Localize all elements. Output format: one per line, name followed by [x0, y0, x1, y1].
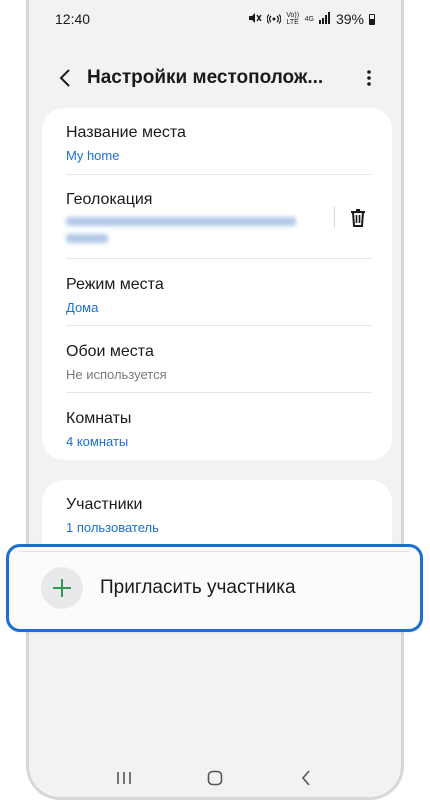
recents-icon: [117, 772, 132, 784]
place-settings-card: Название места My home Геолокация Режим …: [42, 108, 392, 460]
battery-icon: [369, 13, 375, 25]
navigation-bar: [29, 760, 401, 796]
blurred-address-line: [66, 234, 108, 243]
home-icon: [207, 770, 223, 786]
divider: [66, 258, 372, 259]
more-vertical-icon: [367, 70, 371, 86]
signal-icon: [318, 11, 331, 27]
app-header: Настройки местополож...: [29, 58, 401, 98]
invite-member-button[interactable]: Пригласить участника: [6, 544, 423, 632]
members-title: Участники: [66, 496, 143, 513]
more-options-button[interactable]: [351, 58, 387, 98]
blurred-address-line: [66, 217, 296, 226]
trash-icon: [351, 209, 365, 227]
setting-value: My home: [66, 148, 120, 163]
plus-icon: [53, 579, 71, 597]
back-button[interactable]: [43, 58, 87, 98]
setting-place-mode[interactable]: Режим места Дома: [42, 276, 392, 315]
invite-member-label: Пригласить участника: [100, 577, 296, 598]
recents-button[interactable]: [104, 763, 144, 793]
status-icons: Vo)) LTE 4G 39%: [248, 11, 375, 27]
status-time: 12:40: [55, 11, 91, 27]
setting-rooms[interactable]: Комнаты 4 комнаты: [42, 410, 392, 449]
plus-icon-container: [41, 567, 83, 609]
setting-title: Обои места: [66, 343, 154, 360]
chevron-left-icon: [59, 69, 70, 87]
phone-screen: 12:40 Vo)) LTE 4G 39% Настройки местопол…: [26, 0, 404, 800]
setting-value: 4 комнаты: [66, 434, 129, 449]
delete-location-button[interactable]: [344, 204, 372, 232]
page-title: Настройки местополож...: [87, 67, 324, 88]
nav-back-button[interactable]: [286, 763, 326, 793]
status-bar: 12:40 Vo)) LTE 4G 39%: [29, 8, 401, 30]
setting-title: Комнаты: [66, 410, 132, 427]
divider: [66, 325, 372, 326]
setting-value: Дома: [66, 300, 99, 315]
divider: [19, 551, 410, 552]
vertical-separator: [334, 206, 335, 228]
setting-title: Режим места: [66, 276, 164, 293]
hotspot-icon: [266, 12, 281, 27]
home-button[interactable]: [195, 763, 235, 793]
mute-icon: [248, 12, 262, 27]
divider: [66, 392, 372, 393]
setting-value: Не используется: [66, 367, 167, 382]
setting-place-name[interactable]: Название места My home: [42, 124, 392, 163]
setting-title: Геолокация: [66, 191, 153, 208]
members-count: 1 пользователь: [66, 520, 159, 535]
members-row[interactable]: Участники 1 пользователь: [42, 496, 392, 535]
back-icon: [301, 770, 310, 786]
setting-title: Название места: [66, 124, 186, 141]
network-4g-icon: 4G: [304, 15, 314, 23]
battery-percent: 39%: [335, 11, 364, 27]
setting-place-wallpaper[interactable]: Обои места Не используется: [42, 343, 392, 382]
divider: [66, 174, 372, 175]
setting-geolocation[interactable]: Геолокация: [42, 191, 392, 243]
volte-icon: Vo)) LTE: [286, 12, 300, 26]
